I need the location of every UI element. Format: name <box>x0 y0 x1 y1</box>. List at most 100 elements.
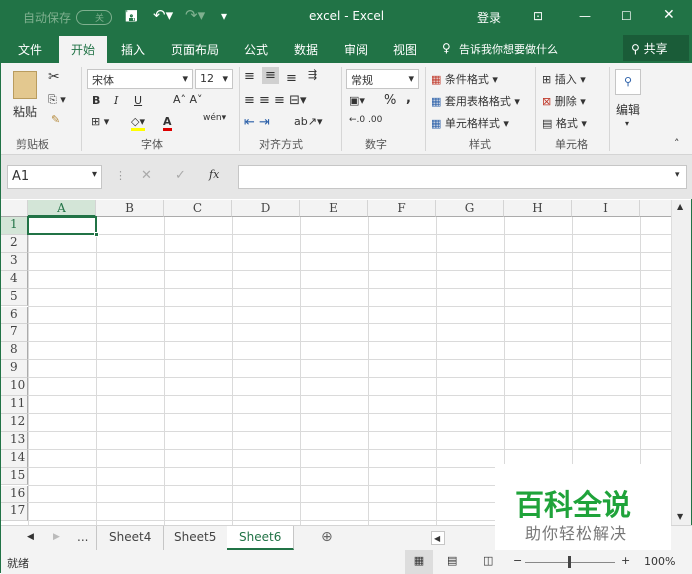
sheet-tab[interactable]: Sheet5 <box>162 526 230 550</box>
column-header[interactable]: I <box>572 200 640 217</box>
more-sheets-button[interactable]: ... <box>69 526 98 550</box>
row-header[interactable]: 4 <box>1 270 28 289</box>
row-header[interactable]: 7 <box>1 324 28 343</box>
zoom-in-button[interactable]: + <box>621 554 630 567</box>
insert-cells-button[interactable]: ⊞ 插入 ▾ <box>542 71 586 87</box>
prev-sheet-icon[interactable]: ◀ <box>27 532 34 542</box>
row-header[interactable]: 9 <box>1 360 28 379</box>
redo-icon[interactable]: ↷▾ <box>185 6 205 24</box>
customize-qat-icon[interactable]: ▾ <box>221 9 227 23</box>
column-header[interactable] <box>640 200 671 217</box>
underline-button[interactable]: U <box>134 94 142 107</box>
row-header[interactable]: 16 <box>1 485 28 504</box>
enter-icon[interactable]: ✓ <box>175 168 186 183</box>
align-left-icon[interactable]: ≡ ≡ ≡ ⊟▾ <box>244 93 307 108</box>
column-header[interactable]: F <box>368 200 436 217</box>
row-header[interactable]: 15 <box>1 467 28 486</box>
format-cells-button[interactable]: ▤ 格式 ▾ <box>542 115 587 131</box>
orientation-icon[interactable]: ab↗▾ <box>294 115 322 128</box>
increase-font-icon[interactable]: A˄ A˅ <box>173 93 203 106</box>
editing-dropdown-icon[interactable]: ▾ <box>625 119 629 128</box>
add-sheet-icon[interactable]: ⊕ <box>321 529 333 545</box>
align-middle-icon[interactable]: ≡ <box>262 67 279 84</box>
border-icon[interactable]: ⊞ ▾ <box>91 115 109 128</box>
row-header[interactable]: 8 <box>1 342 28 361</box>
sheet-tab[interactable]: Sheet4 <box>97 526 165 550</box>
expand-formula-icon[interactable]: ▾ <box>675 170 680 180</box>
collapse-ribbon-icon[interactable]: ˄ <box>674 137 680 150</box>
decimal-icon[interactable]: ←.0 .00 <box>349 115 382 125</box>
accounting-icon[interactable]: ▣▾ <box>349 94 365 107</box>
editing-button[interactable]: 编辑 <box>616 101 640 118</box>
wrap-text-icon[interactable]: ⇶ <box>308 68 317 81</box>
row-header[interactable]: 11 <box>1 396 28 414</box>
sheet-tab-active[interactable]: Sheet6 <box>227 526 295 550</box>
zoom-slider-thumb[interactable] <box>568 556 571 568</box>
next-sheet-icon[interactable]: ▶ <box>53 532 60 542</box>
tab-data[interactable]: 数据 <box>294 41 318 58</box>
bold-button[interactable]: B <box>92 94 100 107</box>
column-header[interactable]: A <box>28 200 96 217</box>
number-format-select[interactable]: 常规 ▾ <box>346 69 419 89</box>
fill-handle[interactable] <box>94 231 99 237</box>
tab-file[interactable]: 文件 <box>18 41 42 58</box>
row-header[interactable]: 3 <box>1 252 28 271</box>
row-header[interactable]: 1 <box>1 217 28 235</box>
normal-view-icon[interactable]: ▦ <box>405 550 433 574</box>
format-as-table-button[interactable]: ▦ 套用表格格式 ▾ <box>431 93 520 109</box>
find-icon[interactable]: ⚲ <box>615 69 641 95</box>
align-bottom-icon[interactable]: ≡ <box>286 71 297 86</box>
row-header[interactable]: 17 <box>1 503 28 522</box>
autosave-toggle[interactable]: 关 <box>76 10 112 25</box>
scroll-down-icon[interactable]: ▼ <box>677 512 683 521</box>
cell-styles-button[interactable]: ▦ 单元格样式 ▾ <box>431 115 509 131</box>
font-size-select[interactable]: 12 ▾ <box>195 69 233 89</box>
column-header[interactable]: B <box>96 200 164 217</box>
paste-icon[interactable] <box>13 71 37 99</box>
selected-cell[interactable] <box>27 216 97 235</box>
tell-me-search[interactable]: 告诉我你想要做什么 <box>459 41 558 57</box>
page-layout-view-icon[interactable]: ▤ <box>447 554 457 567</box>
font-color-icon[interactable]: A <box>163 115 172 131</box>
delete-cells-button[interactable]: ⊠ 删除 ▾ <box>542 93 586 109</box>
tab-review[interactable]: 审阅 <box>344 41 368 58</box>
zoom-out-button[interactable]: − <box>513 554 522 567</box>
hscroll-left-icon[interactable]: ◀ <box>431 531 445 545</box>
row-header[interactable]: 5 <box>1 288 28 307</box>
maximize-button[interactable]: ☐ <box>621 9 632 23</box>
font-name-select[interactable]: 宋体 ▾ <box>87 69 193 89</box>
save-icon[interactable]: 🖪 <box>125 6 138 31</box>
login-link[interactable]: 登录 <box>477 9 501 26</box>
italic-button[interactable]: I <box>114 94 118 107</box>
cut-icon[interactable]: ✂ <box>48 69 60 85</box>
phonetic-icon[interactable]: wén▾ <box>203 113 226 123</box>
share-button[interactable]: ⚲ 共享 <box>623 35 689 61</box>
paste-button[interactable]: 粘贴 <box>13 103 37 120</box>
row-header[interactable]: 10 <box>1 378 28 396</box>
name-box[interactable]: A1 ▾ <box>7 165 102 189</box>
cancel-icon[interactable]: ✕ <box>141 168 152 183</box>
row-header[interactable]: 6 <box>1 306 28 325</box>
indent-icon[interactable]: ⇤ ⇥ <box>244 115 270 130</box>
copy-icon[interactable]: ⎘ ▾ <box>48 93 66 107</box>
vertical-scrollbar[interactable]: ▲ ▼ <box>671 200 691 525</box>
scroll-up-icon[interactable]: ▲ <box>677 202 683 211</box>
undo-icon[interactable]: ↶▾ <box>153 6 173 24</box>
tab-insert[interactable]: 插入 <box>121 41 145 58</box>
comma-button[interactable]: , <box>406 91 411 106</box>
close-button[interactable]: ✕ <box>663 7 675 23</box>
row-header[interactable]: 2 <box>1 234 28 253</box>
tab-page-layout[interactable]: 页面布局 <box>171 41 219 58</box>
row-header[interactable]: 12 <box>1 413 28 432</box>
fill-color-icon[interactable]: ◇▾ <box>131 115 145 131</box>
ribbon-display-icon[interactable]: ⊡ <box>533 9 543 23</box>
column-header[interactable]: H <box>504 200 572 217</box>
format-painter-icon[interactable]: ✎ <box>51 113 60 126</box>
tab-home[interactable]: 开始 <box>59 36 108 63</box>
formula-input[interactable] <box>238 165 687 189</box>
align-top-icon[interactable]: ≡ <box>244 69 255 84</box>
zoom-level[interactable]: 100% <box>644 555 675 568</box>
insert-function-button[interactable]: fx <box>209 168 219 181</box>
column-header[interactable]: E <box>300 200 368 217</box>
tab-view[interactable]: 视图 <box>393 41 417 58</box>
